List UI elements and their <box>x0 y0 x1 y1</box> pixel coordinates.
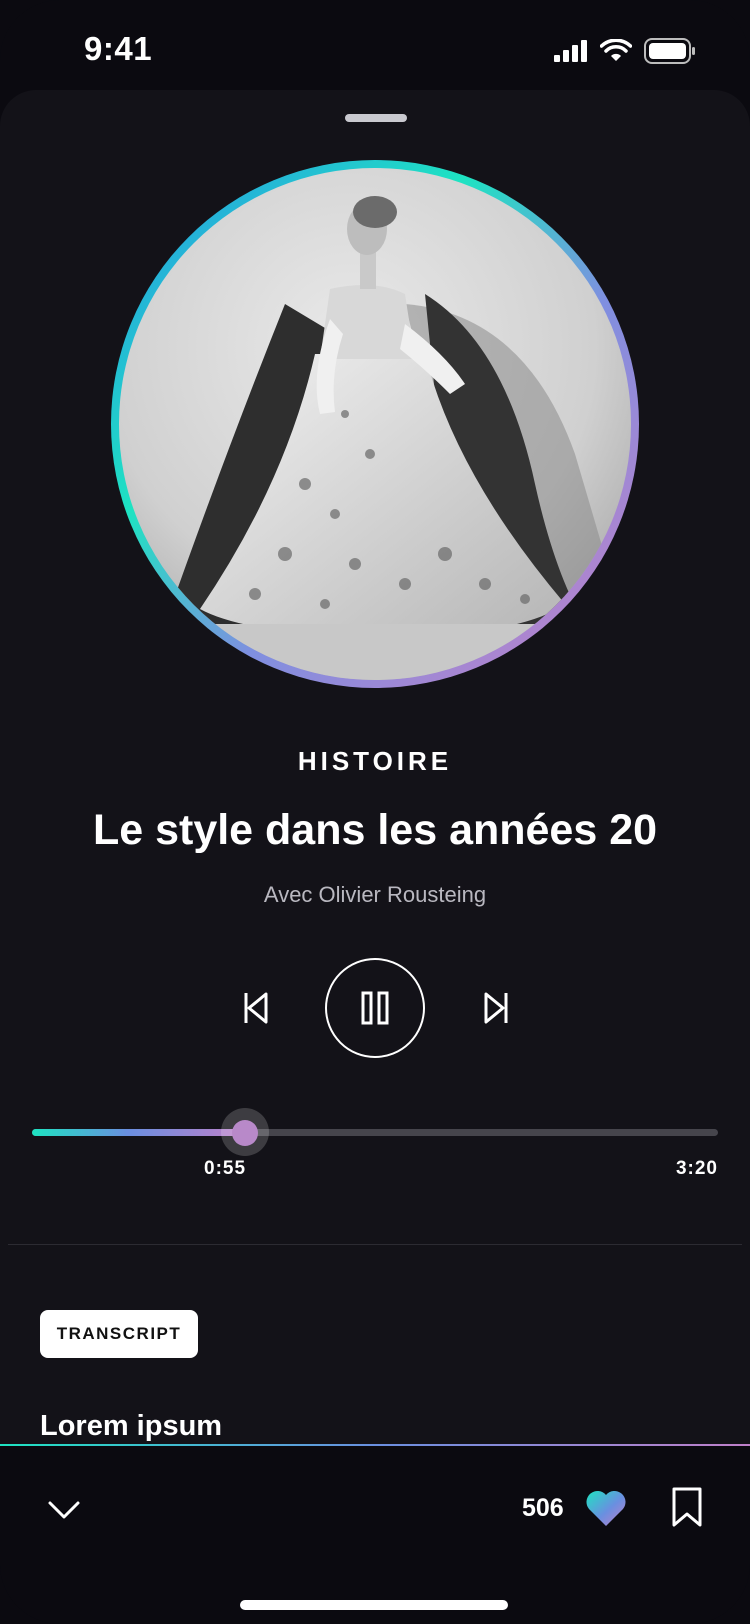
signal-icon <box>554 40 587 62</box>
total-time: 3:20 <box>675 1158 718 1179</box>
status-time: 9:41 <box>84 30 153 67</box>
home-indicator <box>240 1600 508 1610</box>
bookmark-icon <box>672 1487 702 1527</box>
section-divider <box>8 1244 742 1245</box>
previous-button[interactable] <box>236 988 276 1028</box>
progress-slider[interactable] <box>32 1108 718 1156</box>
progress-knob[interactable] <box>232 1120 258 1146</box>
episode-title: Le style dans les années 20 <box>92 806 658 854</box>
bottom-bar: 506 <box>0 1444 750 1624</box>
current-time: 0:55 <box>204 1158 247 1179</box>
playback-controls <box>0 958 750 1058</box>
next-button[interactable] <box>476 988 516 1028</box>
transcript-button[interactable]: TRANSCRIPT <box>40 1310 198 1358</box>
sheet-grabber[interactable] <box>345 114 407 122</box>
like-count: 506 <box>522 1494 564 1522</box>
transcript-heading: Lorem ipsum <box>40 1410 223 1442</box>
collapse-button[interactable] <box>46 1492 82 1528</box>
bookmark-button[interactable] <box>670 1486 704 1528</box>
player-sheet: HISTOIRE Le style dans les années 20 Ave… <box>0 90 750 1444</box>
status-icons <box>554 36 696 66</box>
pause-icon <box>361 991 389 1025</box>
battery-icon <box>644 38 695 64</box>
previous-track-icon <box>244 992 268 1024</box>
like-button[interactable] <box>584 1488 628 1528</box>
heart-icon <box>586 1490 626 1526</box>
bottom-bar-accent-line <box>0 1444 750 1446</box>
wifi-icon <box>600 39 632 61</box>
status-bar: 9:41 <box>0 0 750 90</box>
progress-fill <box>32 1129 245 1136</box>
phone-screen: 9:41 HISTOIRE Le style dans les années 2… <box>0 0 750 1624</box>
album-art <box>105 154 645 694</box>
album-art-image <box>111 160 639 688</box>
category-label: HISTOIRE <box>297 746 453 776</box>
pause-button[interactable] <box>325 958 425 1058</box>
chevron-down-icon <box>48 1501 80 1519</box>
episode-host: Avec Olivier Rousteing <box>263 882 487 907</box>
next-track-icon <box>484 992 508 1024</box>
